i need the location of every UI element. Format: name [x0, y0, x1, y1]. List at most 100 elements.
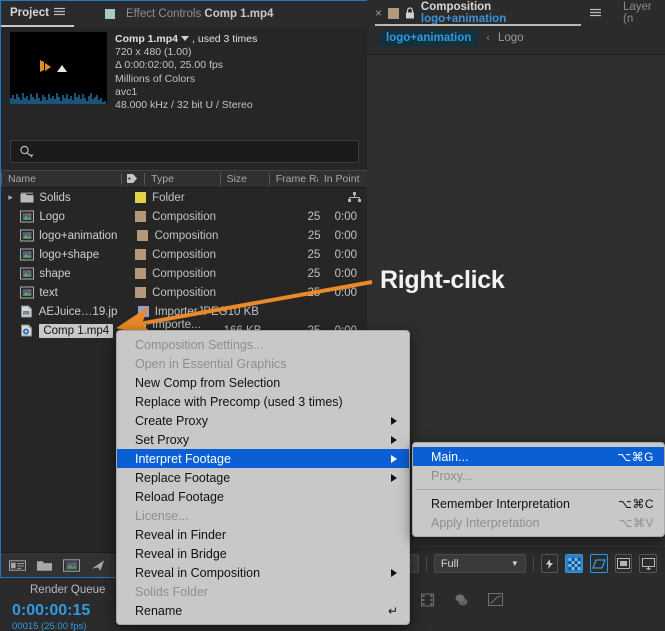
shy-icon[interactable]: [453, 592, 470, 608]
submenu-arrow-icon: [391, 568, 397, 577]
annotation-label: Right-click: [380, 266, 505, 294]
fast-previews-icon[interactable]: [540, 554, 559, 573]
row-label-swatch[interactable]: [137, 230, 149, 241]
row-label-swatch[interactable]: [135, 268, 147, 279]
table-row[interactable]: ▸ Solids Folder: [1, 188, 367, 207]
menu-item-composition-settings[interactable]: Composition Settings...: [117, 335, 409, 354]
menu-item-label: Replace Footage: [135, 470, 231, 485]
menu-item-interpret-footage[interactable]: Interpret Footage: [117, 449, 409, 468]
submenu-item-apply-interpretation[interactable]: Apply Interpretation ⌥⌘V: [413, 513, 664, 532]
menu-item-solids-folder[interactable]: Solids Folder: [117, 582, 409, 601]
menu-item-set-proxy[interactable]: Set Proxy: [117, 430, 409, 449]
row-name: logo+animation: [39, 229, 118, 242]
menu-item-reveal-in-composition[interactable]: Reveal in Composition: [117, 563, 409, 582]
submenu-item-label: Main...: [431, 449, 469, 464]
menu-item-license[interactable]: License...: [117, 506, 409, 525]
composition-icon: [20, 248, 35, 261]
show-channel-icon[interactable]: [614, 554, 633, 573]
row-size: 10 KB: [227, 305, 259, 318]
breadcrumb-item-logo[interactable]: Logo: [498, 32, 524, 44]
menu-item-new-comp-from-selection[interactable]: New Comp from Selection: [117, 373, 409, 392]
composition-title: Composition logo+animation: [421, 1, 579, 25]
submenu-item-shortcut: ⌥⌘G: [617, 449, 654, 464]
snapshot-icon[interactable]: [639, 554, 657, 573]
submenu-item-proxy[interactable]: Proxy...: [413, 466, 664, 485]
graph-editor-icon[interactable]: [487, 592, 504, 608]
row-name: shape: [39, 267, 71, 280]
column-header-label[interactable]: [121, 173, 144, 185]
tab-effect-controls-label: Effect Controls: [126, 8, 205, 20]
menu-item-reveal-in-finder[interactable]: Reveal in Finder: [117, 525, 409, 544]
region-of-interest-icon[interactable]: [589, 554, 608, 573]
delete-icon[interactable]: [90, 558, 107, 573]
row-label-swatch[interactable]: [135, 287, 147, 298]
menu-item-open-in-essential-graphics[interactable]: Open in Essential Graphics: [117, 354, 409, 373]
expand-arrow-icon[interactable]: ▸: [1, 192, 20, 203]
submenu-arrow-icon: [391, 473, 397, 482]
row-name: Solids: [39, 191, 71, 204]
menu-item-label: Rename: [135, 603, 183, 618]
close-icon[interactable]: ×: [375, 6, 382, 20]
column-header-name[interactable]: Name: [1, 173, 121, 185]
table-row[interactable]: logo+animation Composition 25 0:00: [1, 226, 367, 245]
footage-name: Comp 1.mp4: [115, 33, 179, 45]
breadcrumb-item-active[interactable]: logo+animation: [379, 30, 479, 46]
menu-item-rename[interactable]: Rename ↵: [117, 601, 409, 620]
table-row[interactable]: text Composition 25 0:00: [1, 283, 367, 302]
menu-item-label: Reveal in Finder: [135, 527, 227, 542]
row-type: Folder: [152, 191, 185, 204]
row-label-swatch[interactable]: [135, 249, 147, 260]
submenu-item-shortcut: ⌥⌘V: [618, 515, 654, 530]
transparency-grid-icon[interactable]: [565, 554, 583, 573]
table-row[interactable]: Logo Composition 25 0:00: [1, 207, 367, 226]
column-header-size[interactable]: Size: [219, 173, 269, 185]
menu-item-replace-footage[interactable]: Replace Footage: [117, 468, 409, 487]
submenu-item-label: Proxy...: [431, 468, 473, 483]
row-type: Composition: [154, 229, 219, 242]
column-header-in-point[interactable]: In Point: [318, 173, 367, 185]
lock-icon[interactable]: [405, 7, 415, 19]
panel-menu-icon[interactable]: [54, 7, 65, 19]
search-input[interactable]: [38, 145, 338, 158]
menu-item-create-proxy[interactable]: Create Proxy: [117, 411, 409, 430]
column-header-type[interactable]: Type: [144, 173, 219, 185]
tab-layer[interactable]: Layer (n: [623, 1, 665, 25]
submenu-item-label: Apply Interpretation: [431, 515, 540, 530]
project-column-headers: Name Type Size Frame Ra... In Point: [1, 170, 367, 188]
footage-name-dropdown-icon[interactable]: [181, 36, 190, 41]
composition-icon: [20, 229, 35, 242]
submenu-item-main[interactable]: Main... ⌥⌘G: [413, 447, 664, 466]
frame-blend-icon[interactable]: [419, 592, 436, 608]
row-label-swatch[interactable]: [137, 306, 149, 317]
table-row[interactable]: shape Composition 25 0:00: [1, 264, 367, 283]
search-box[interactable]: [10, 140, 359, 163]
current-timecode[interactable]: 0:00:00:15: [12, 602, 90, 620]
menu-item-replace-with-precomp[interactable]: Replace with Precomp (used 3 times): [117, 392, 409, 411]
thumbnail-logo-glyph: [40, 60, 51, 72]
footage-info-header: Comp 1.mp4 , used 3 times 720 x 480 (1.00…: [1, 27, 367, 127]
submenu-item-remember-interpretation[interactable]: Remember Interpretation ⌥⌘C: [413, 494, 664, 513]
render-queue-title[interactable]: Render Queue: [30, 584, 105, 596]
row-label-swatch[interactable]: [135, 192, 147, 203]
new-folder-icon[interactable]: [36, 558, 53, 573]
interpret-footage-icon[interactable]: [9, 558, 26, 573]
menu-item-reveal-in-bridge[interactable]: Reveal in Bridge: [117, 544, 409, 563]
tab-effect-controls[interactable]: Effect Controls Comp 1.mp4: [96, 1, 282, 27]
resolution-select[interactable]: Full ▼: [433, 554, 526, 573]
row-frame-rate: 25: [307, 248, 321, 261]
submenu-item-shortcut: ⌥⌘C: [618, 496, 654, 511]
footage-resolution: 720 x 480 (1.00): [115, 46, 192, 59]
audio-waveform: [10, 93, 106, 104]
context-menu: Composition Settings... Open in Essentia…: [116, 330, 410, 625]
new-composition-icon[interactable]: [63, 558, 80, 573]
label-tag-icon: [127, 174, 138, 183]
tab-effect-controls-item: Comp 1.mp4: [204, 8, 274, 20]
row-label-swatch[interactable]: [135, 211, 147, 222]
breadcrumb-arrow-icon: ‹: [486, 32, 490, 44]
column-header-frame-rate[interactable]: Frame Ra...: [268, 173, 318, 185]
panel-menu-icon[interactable]: [590, 4, 601, 22]
menu-item-reload-footage[interactable]: Reload Footage: [117, 487, 409, 506]
tab-project[interactable]: Project: [1, 1, 74, 27]
composition-swatch-icon: [388, 7, 399, 19]
table-row[interactable]: logo+shape Composition 25 0:00: [1, 245, 367, 264]
